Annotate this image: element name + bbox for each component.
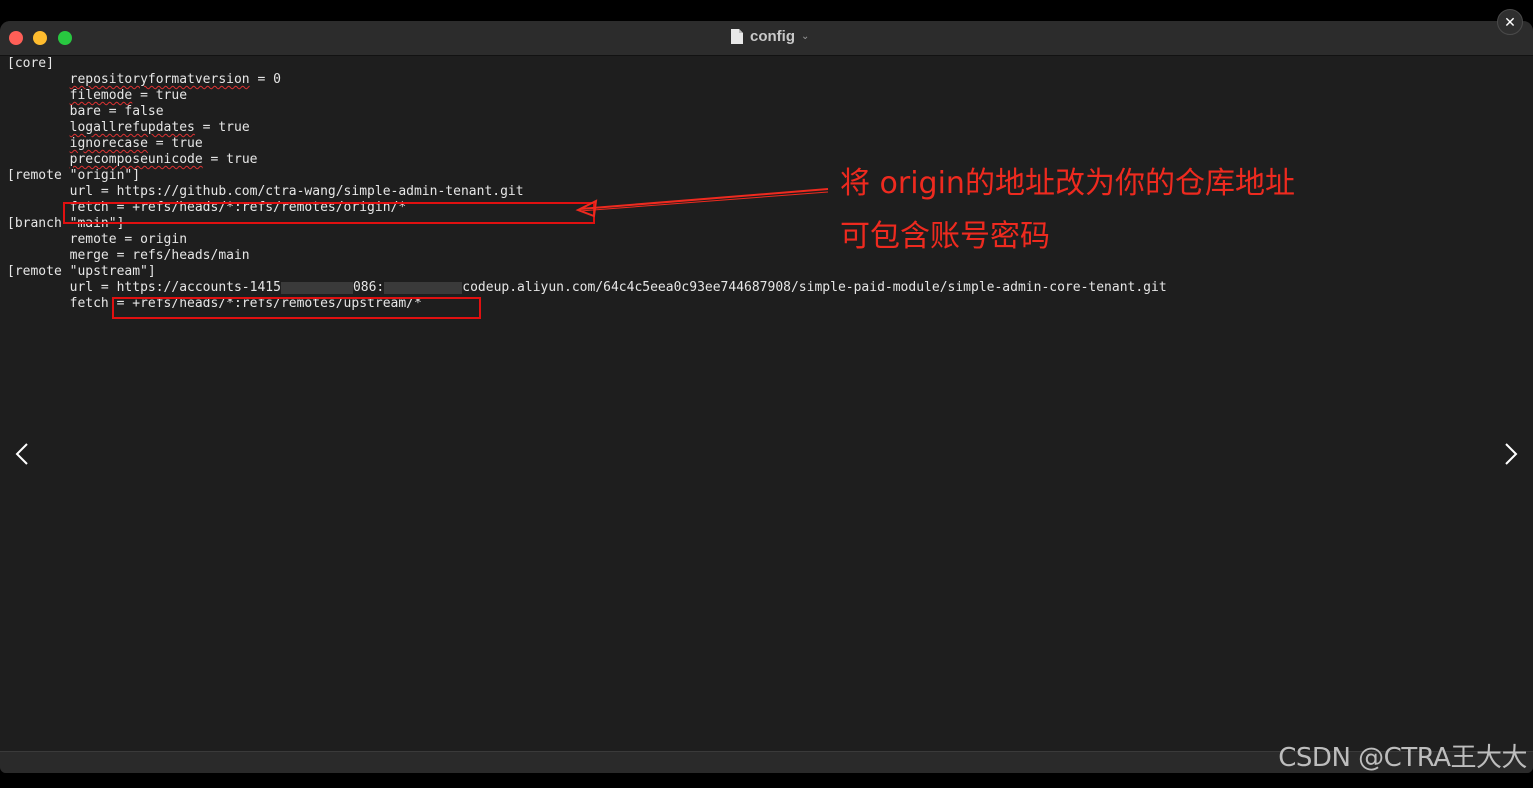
zoom-window-button[interactable] [58,31,72,45]
text-editor-window: config ⌄ [core] repositoryformatversion … [0,21,1533,773]
annotation-text-line2: 可包含账号密码 [840,219,1050,254]
title-bar: config ⌄ [0,21,1533,56]
window-title: config [750,28,795,45]
document-icon [731,29,743,44]
chevron-down-icon: ⌄ [801,31,810,42]
minimize-window-button[interactable] [33,31,47,45]
text-area[interactable]: [core] repositoryformatversion = 0 filem… [0,56,1533,751]
watermark: CSDN @CTRA王大大 [1278,743,1527,773]
close-icon[interactable]: ✕ [1497,9,1523,35]
next-arrow-icon[interactable] [1499,434,1523,474]
close-window-button[interactable] [9,31,23,45]
annotation-arrow-icon [575,188,829,218]
previous-arrow-icon[interactable] [10,434,34,474]
annotation-text-line1: 将 origin的地址改为你的仓库地址 [840,166,1295,201]
window-title-menu[interactable]: config ⌄ [730,28,809,45]
